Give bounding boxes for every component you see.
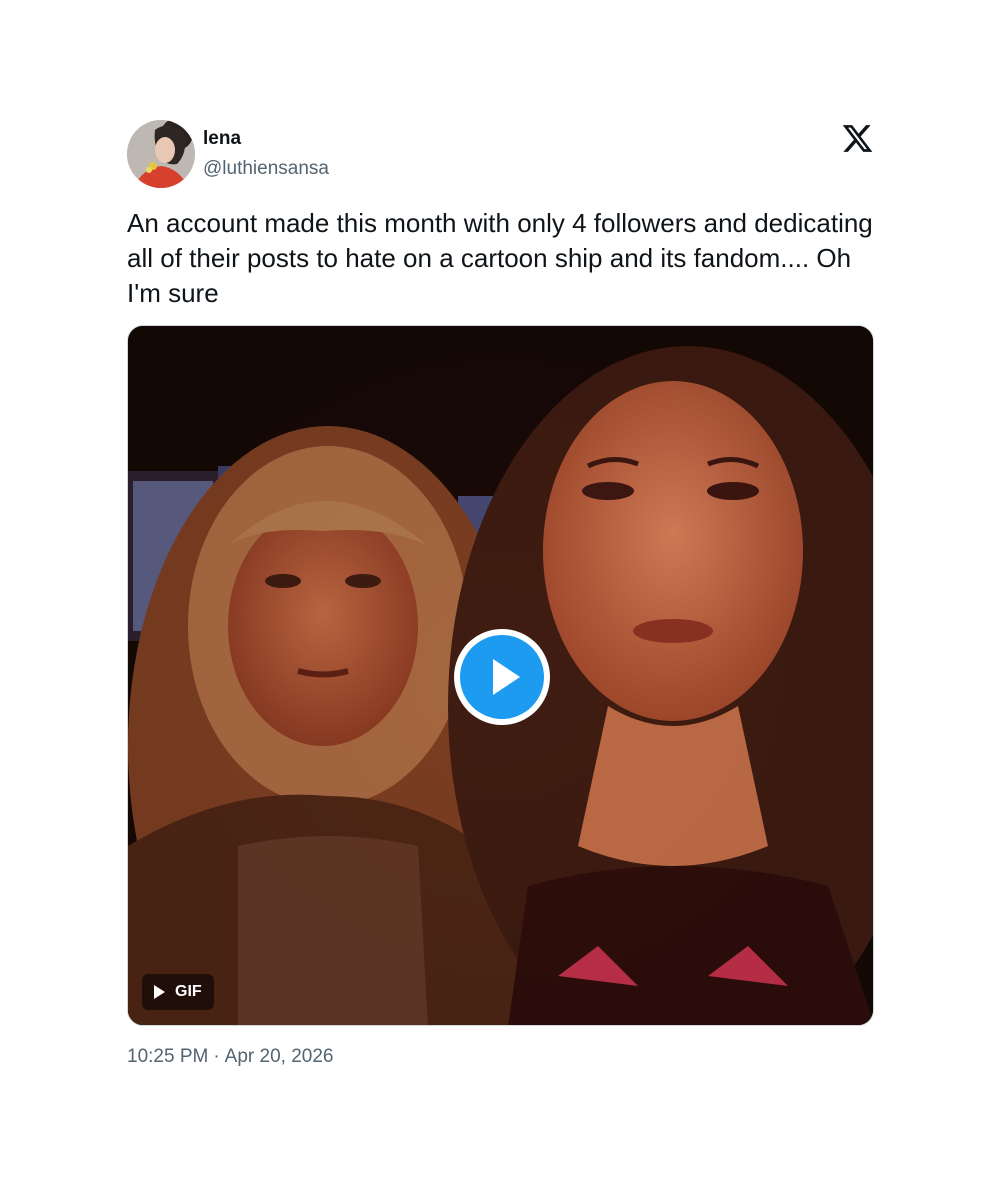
tweet-header: lena @luthiensansa: [127, 120, 874, 192]
play-icon: [460, 635, 544, 719]
tweet-date: Apr 20, 2026: [224, 1046, 334, 1067]
tweet-time: 10:25 PM: [127, 1046, 209, 1067]
user-handle[interactable]: @luthiensansa: [203, 156, 329, 182]
display-name[interactable]: lena: [203, 126, 329, 152]
timestamp-separator: ·: [213, 1046, 220, 1067]
gif-label: GIF: [175, 983, 202, 1000]
gif-play-icon: [154, 985, 165, 999]
tweet-text: An account made this month with only 4 f…: [127, 208, 880, 308]
play-button[interactable]: [454, 629, 550, 725]
author-names: lena @luthiensansa: [203, 126, 329, 182]
tweet-card: lena @luthiensansa An account made this …: [127, 120, 874, 1070]
tweet-timestamp[interactable]: 10:25 PM · Apr 20, 2026: [127, 1044, 874, 1070]
gif-badge[interactable]: GIF: [142, 974, 214, 1010]
x-logo-icon[interactable]: [841, 122, 874, 155]
gif-media[interactable]: GIF: [127, 325, 874, 1026]
avatar[interactable]: [127, 120, 195, 188]
